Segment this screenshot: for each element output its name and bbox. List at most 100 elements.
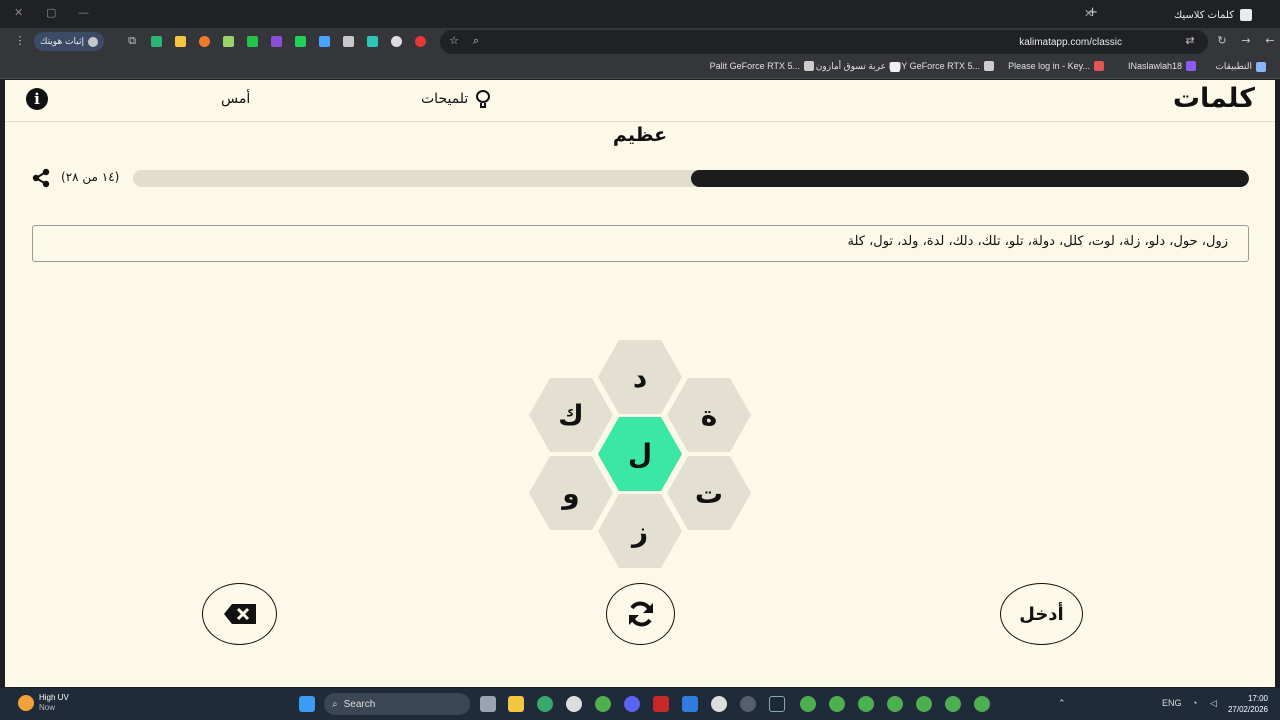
clock[interactable]: 17:00 27/02/2026 <box>1228 693 1268 715</box>
tab-close-icon[interactable]: ✕ <box>1084 7 1093 20</box>
bookmark-label: INaslawlah18 <box>1127 61 1182 71</box>
lightbulb-icon <box>476 90 491 108</box>
enter-button[interactable]: أدخل <box>1000 583 1083 645</box>
window-minimize-icon[interactable]: — <box>78 6 89 19</box>
steam-icon[interactable] <box>769 696 785 712</box>
browser-tab-bar: ✕ ▢ — + ✕ كلمات كلاسيك <box>0 0 1280 28</box>
bookmark-apps[interactable]: التطبيقات <box>1215 61 1266 72</box>
extension-icon[interactable] <box>343 36 354 47</box>
found-count: (١٤ من ٢٨) <box>61 170 120 184</box>
bookmark-item[interactable]: Palit GeForce RTX 5... <box>710 61 814 71</box>
app-icon[interactable] <box>537 696 553 712</box>
back-icon[interactable]: ← <box>1264 35 1276 47</box>
shuffle-button[interactable] <box>606 583 675 645</box>
extension-icon[interactable] <box>391 36 402 47</box>
extension-icon[interactable] <box>247 36 258 47</box>
bookmark-item[interactable]: INaslawlah18 <box>1128 61 1196 71</box>
app-icon[interactable] <box>740 696 756 712</box>
letter-tile-lower-left[interactable]: و <box>529 456 613 530</box>
browser-tab-active[interactable]: ✕ كلمات كلاسيك <box>1084 4 1252 26</box>
app-icon[interactable] <box>653 696 669 712</box>
windows-start-icon[interactable] <box>299 696 315 712</box>
yesterday-button[interactable]: أمس <box>221 91 250 107</box>
bookmark-favicon-icon <box>804 61 814 71</box>
window-maximize-icon[interactable]: ▢ <box>46 6 56 19</box>
zoom-icon[interactable]: ⌕ <box>470 35 482 47</box>
weather-sub: Now <box>39 703 56 712</box>
extension-icon[interactable] <box>271 36 282 47</box>
sun-icon <box>18 695 34 711</box>
bookmark-item[interactable]: Please log in - Key... <box>1008 61 1104 71</box>
chrome-icon[interactable] <box>916 696 932 712</box>
progress-bar <box>133 170 1249 187</box>
letter-tile-top[interactable]: د <box>598 340 682 414</box>
app-icon[interactable] <box>682 696 698 712</box>
extension-icon[interactable] <box>415 36 426 47</box>
bookmark-favicon-icon <box>984 61 994 71</box>
extension-icon[interactable] <box>223 36 234 47</box>
screenshot-icon[interactable]: ⧉ <box>126 35 138 47</box>
share-icon[interactable] <box>31 168 51 188</box>
backspace-icon <box>223 604 256 624</box>
weather-widget[interactable]: High UV Now <box>18 693 69 713</box>
bookmark-label: PNY GeForce RTX 5... <box>888 61 980 71</box>
app-logo[interactable]: كلمات <box>1173 83 1255 114</box>
forward-icon[interactable]: → <box>1240 35 1252 47</box>
app-icon[interactable] <box>711 696 727 712</box>
tray-chevron-icon[interactable]: ⌃ <box>1058 698 1066 709</box>
rank-title: عظيم <box>612 124 668 146</box>
bookmark-label: Palit GeForce RTX 5... <box>709 61 800 71</box>
window-close-icon[interactable]: ✕ <box>14 6 23 19</box>
bookmark-star-icon[interactable]: ☆ <box>448 35 460 47</box>
discord-icon[interactable] <box>624 696 640 712</box>
extension-icon[interactable] <box>295 36 306 47</box>
profile-label: إثبات هويتك <box>40 36 84 47</box>
extension-icon[interactable] <box>367 36 378 47</box>
info-icon[interactable]: i <box>26 88 48 110</box>
address-bar[interactable]: ☆ ⌕ kalimatapp.com/classic ⇄ <box>440 30 1208 54</box>
chrome-icon[interactable] <box>974 696 990 712</box>
search-label: Search <box>343 698 376 710</box>
bookmarks-bar: التطبيقات INaslawlah18 Please log in - K… <box>0 55 1280 79</box>
bookmark-item[interactable]: PNY GeForce RTX 5... <box>889 61 994 71</box>
extension-icon[interactable] <box>151 36 162 47</box>
site-settings-icon[interactable]: ⇄ <box>1184 35 1196 47</box>
apps-grid-icon <box>1256 61 1266 72</box>
letter-tile-upper-left[interactable]: ك <box>529 378 613 452</box>
kalimat-page: كلمات تلميحات أمس i عظيم (١٤ من ٢٨) زول،… <box>5 80 1275 687</box>
task-view-icon[interactable] <box>480 696 496 712</box>
chrome-icon[interactable] <box>595 696 611 712</box>
reload-icon[interactable]: ↻ <box>1216 35 1228 47</box>
chrome-icon[interactable] <box>858 696 874 712</box>
wifi-icon[interactable]: ◔ <box>1192 698 1197 708</box>
chrome-icon[interactable] <box>829 696 845 712</box>
found-words-box[interactable]: زول، حول، دلو، زلة، لوت، كلل، دولة، تلو،… <box>32 225 1249 262</box>
language-indicator[interactable]: ENG <box>1162 698 1182 708</box>
chrome-icon[interactable] <box>887 696 903 712</box>
clock-date: 27/02/2026 <box>1227 705 1268 714</box>
bookmark-favicon-icon <box>890 61 900 72</box>
app-header: كلمات تلميحات أمس i <box>5 80 1275 122</box>
extension-icon[interactable] <box>319 36 330 47</box>
hints-button[interactable]: تلميحات <box>421 90 491 108</box>
volume-icon[interactable]: ◁ <box>1210 698 1217 709</box>
letter-tile-center[interactable]: ل <box>598 417 682 491</box>
bookmark-item[interactable]: عربة تسوق أمازون <box>816 61 900 72</box>
file-explorer-icon[interactable] <box>508 696 524 712</box>
letter-tile-lower-right[interactable]: ت <box>667 456 751 530</box>
letter-tile-upper-right[interactable]: ة <box>667 378 751 452</box>
enter-label: أدخل <box>1019 603 1064 625</box>
menu-kebab-icon[interactable]: ⋮ <box>14 35 26 47</box>
letter-tile-bottom[interactable]: ز <box>598 494 682 568</box>
taskbar-search[interactable]: ⌕ Search <box>324 693 470 715</box>
extension-icon[interactable] <box>175 36 186 47</box>
delete-button[interactable] <box>202 583 277 645</box>
bookmark-favicon-icon <box>1094 61 1104 71</box>
profile-button[interactable]: إثبات هويتك <box>34 32 104 51</box>
chrome-icon[interactable] <box>945 696 961 712</box>
app-icon[interactable] <box>566 696 582 712</box>
bookmark-label: Please log in - Key... <box>1008 61 1090 71</box>
extension-icon[interactable] <box>199 36 210 47</box>
clock-time: 17:00 <box>1247 694 1268 703</box>
chrome-icon[interactable] <box>800 696 816 712</box>
